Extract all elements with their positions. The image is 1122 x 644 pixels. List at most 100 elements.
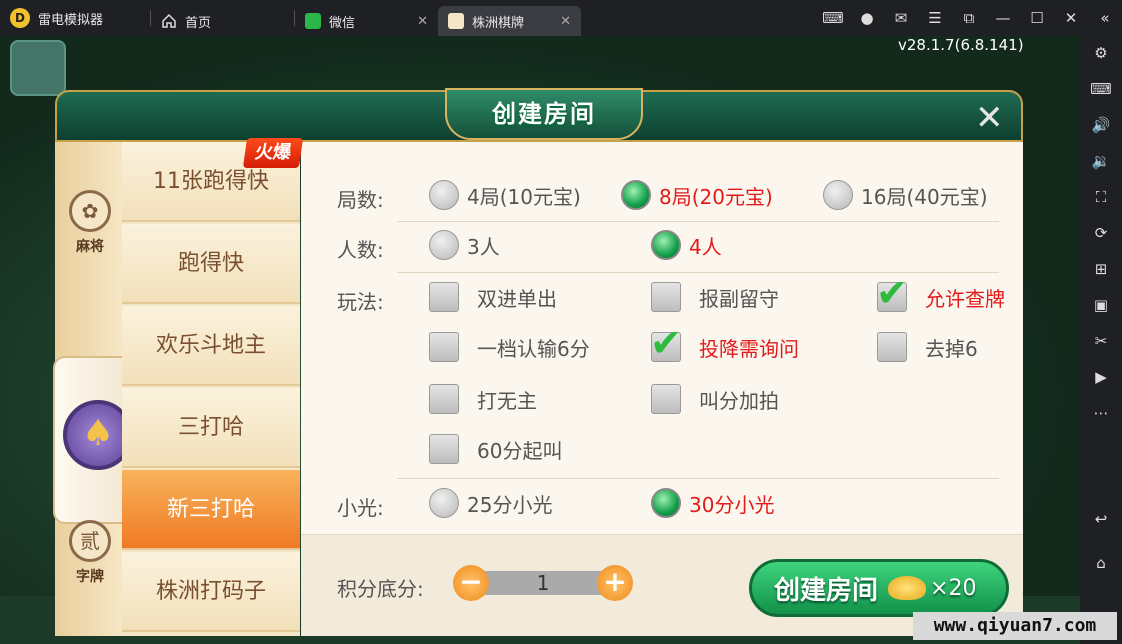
rounds-option-selected[interactable]: 8局(20元宝) xyxy=(621,180,773,210)
close-window-icon[interactable]: ✕ xyxy=(1054,9,1088,27)
tab-home-label: 首页 xyxy=(185,15,212,31)
record-icon[interactable]: ▶ xyxy=(1080,368,1122,386)
close-icon[interactable]: ✕ xyxy=(975,98,1004,138)
tab-wechat-label: 微信 xyxy=(329,15,356,31)
avatar[interactable] xyxy=(10,40,66,96)
fullscreen-icon[interactable]: ⛶ xyxy=(1080,188,1122,206)
small-light-option-selected[interactable]: 30分小光 xyxy=(651,488,774,518)
tab-wechat[interactable]: 微信 ✕ xyxy=(295,6,438,36)
home-icon xyxy=(161,13,177,29)
keyboard-icon[interactable]: ⌨ xyxy=(1080,80,1122,98)
list-item-game-selected[interactable]: 新三打哈 xyxy=(122,470,300,550)
back-icon[interactable]: ↩ xyxy=(1080,510,1122,528)
checkbox-icon xyxy=(651,384,681,414)
create-room-button[interactable]: 创建房间 ×20 xyxy=(749,559,1009,617)
gold-ingot-icon xyxy=(888,576,927,600)
tab-game-label: 株洲棋牌 xyxy=(472,15,525,31)
volume-down-icon[interactable]: 🔉 xyxy=(1080,152,1122,170)
score-value: 1 xyxy=(471,571,615,595)
category-mahjong[interactable]: ✿ 麻将 xyxy=(55,190,125,256)
rule-checkbox[interactable]: 60分起叫 xyxy=(429,434,562,464)
radio-icon xyxy=(429,488,459,518)
rotate-icon[interactable]: ⟳ xyxy=(1080,224,1122,242)
radio-icon xyxy=(823,180,853,210)
multi-instance-icon[interactable]: ⊞ xyxy=(1080,260,1122,278)
checkbox-icon xyxy=(429,384,459,414)
rule-checkbox[interactable]: 叫分加拍 xyxy=(651,384,779,414)
scissors-icon[interactable]: ✂ xyxy=(1080,332,1122,350)
dialog-header: 创建房间 ✕ xyxy=(55,88,1023,142)
rule-checkbox[interactable]: 去掉6 xyxy=(877,332,978,362)
cost-label: ×20 xyxy=(930,575,977,601)
list-item-game[interactable]: 株洲打码子 xyxy=(122,552,300,632)
watermark: www.qiyuan7.com xyxy=(913,612,1117,640)
character-tile-icon: 贰 xyxy=(69,520,111,562)
score-stepper: 1 − + xyxy=(453,565,633,601)
radio-icon xyxy=(429,180,459,210)
settings-icon[interactable]: ⚙ xyxy=(1080,44,1122,62)
players-label: 人数: xyxy=(337,238,384,262)
collapse-sidebar-icon[interactable]: « xyxy=(1088,9,1122,27)
rule-checkbox[interactable]: 报副留守 xyxy=(651,282,779,312)
close-tab-icon[interactable]: ✕ xyxy=(417,14,428,29)
category-label: 字牌 xyxy=(76,569,104,585)
rule-checkbox-checked[interactable]: 允许查牌 xyxy=(876,271,1005,315)
players-option[interactable]: 3人 xyxy=(429,230,500,260)
game-screen: v28.1.7(6.8.141) 创建房间 ✕ ✿ 麻将 ♠ 贰 字牌 11张跑… xyxy=(0,36,1080,644)
tab-home[interactable]: 首页 xyxy=(151,6,294,36)
checkmark-icon xyxy=(876,271,908,315)
user-icon[interactable]: ● xyxy=(850,9,884,27)
small-light-option[interactable]: 25分小光 xyxy=(429,488,552,518)
more-icon[interactable]: ⋯ xyxy=(1080,404,1122,422)
mahjong-icon: ✿ xyxy=(69,190,111,232)
create-room-dialog: 创建房间 ✕ ✿ 麻将 ♠ 贰 字牌 11张跑得快 跑得快 欢乐斗地主 三打哈 … xyxy=(53,88,1023,636)
emulator-app[interactable]: D 雷电模拟器 xyxy=(0,0,150,36)
plus-button[interactable]: + xyxy=(597,565,633,601)
emulator-logo-icon: D xyxy=(10,8,30,28)
checkbox-icon xyxy=(429,282,459,312)
volume-up-icon[interactable]: 🔊 xyxy=(1080,116,1122,134)
mail-icon[interactable]: ✉ xyxy=(884,9,918,27)
rounds-option[interactable]: 4局(10元宝) xyxy=(429,180,581,210)
emulator-titlebar: D 雷电模拟器 首页 微信 ✕ 株洲棋牌 ✕ ⌨ ● ✉ ☰ ⧉ — ☐ ✕ « xyxy=(0,0,1122,36)
maximize-icon[interactable]: ☐ xyxy=(1020,9,1054,27)
small-light-label: 小光: xyxy=(337,496,384,520)
tab-game[interactable]: 株洲棋牌 ✕ xyxy=(438,6,581,36)
divider xyxy=(397,221,999,222)
wechat-icon xyxy=(305,13,321,29)
list-item-game[interactable]: 欢乐斗地主 xyxy=(122,306,300,386)
players-option-selected[interactable]: 4人 xyxy=(651,230,722,260)
category-character-tiles[interactable]: 贰 字牌 xyxy=(55,520,125,586)
rule-checkbox-checked[interactable]: 投降需询问 xyxy=(650,321,799,365)
rounds-label: 局数: xyxy=(337,188,384,212)
divider xyxy=(397,272,999,273)
rounds-option[interactable]: 16局(40元宝) xyxy=(823,180,988,210)
home-nav-icon[interactable]: ⌂ xyxy=(1080,554,1122,572)
version-label: v28.1.7(6.8.141) xyxy=(898,36,1024,54)
rules-label: 玩法: xyxy=(337,290,384,314)
minus-button[interactable]: − xyxy=(453,565,489,601)
game-list: 11张跑得快 跑得快 欢乐斗地主 三打哈 新三打哈 株洲打码子 xyxy=(122,142,300,636)
apk-install-icon[interactable]: ▣ xyxy=(1080,296,1122,314)
category-label: 麻将 xyxy=(76,239,104,255)
list-item-game[interactable]: 三打哈 xyxy=(122,388,300,468)
list-item-game[interactable]: 跑得快 xyxy=(122,224,300,304)
checkbox-icon xyxy=(429,434,459,464)
gamepad-icon[interactable]: ⌨ xyxy=(816,9,850,27)
radio-selected-icon xyxy=(651,230,681,260)
rule-checkbox[interactable]: 一档认输6分 xyxy=(429,332,590,362)
game-tab-icon xyxy=(448,13,464,29)
dialog-title: 创建房间 xyxy=(445,88,643,140)
menu-icon[interactable]: ☰ xyxy=(918,9,952,27)
minimize-icon[interactable]: — xyxy=(986,9,1020,27)
divider xyxy=(397,478,999,479)
radio-icon xyxy=(429,230,459,260)
rule-checkbox[interactable]: 双进单出 xyxy=(429,282,557,312)
category-column: ✿ 麻将 ♠ 贰 字牌 xyxy=(53,142,149,636)
score-base-label: 积分底分: xyxy=(337,577,424,601)
popout-icon[interactable]: ⧉ xyxy=(952,9,986,27)
close-tab-icon[interactable]: ✕ xyxy=(560,14,571,29)
radio-selected-icon xyxy=(651,488,681,518)
rule-checkbox[interactable]: 打无主 xyxy=(429,384,537,414)
emulator-app-name: 雷电模拟器 xyxy=(38,12,104,28)
